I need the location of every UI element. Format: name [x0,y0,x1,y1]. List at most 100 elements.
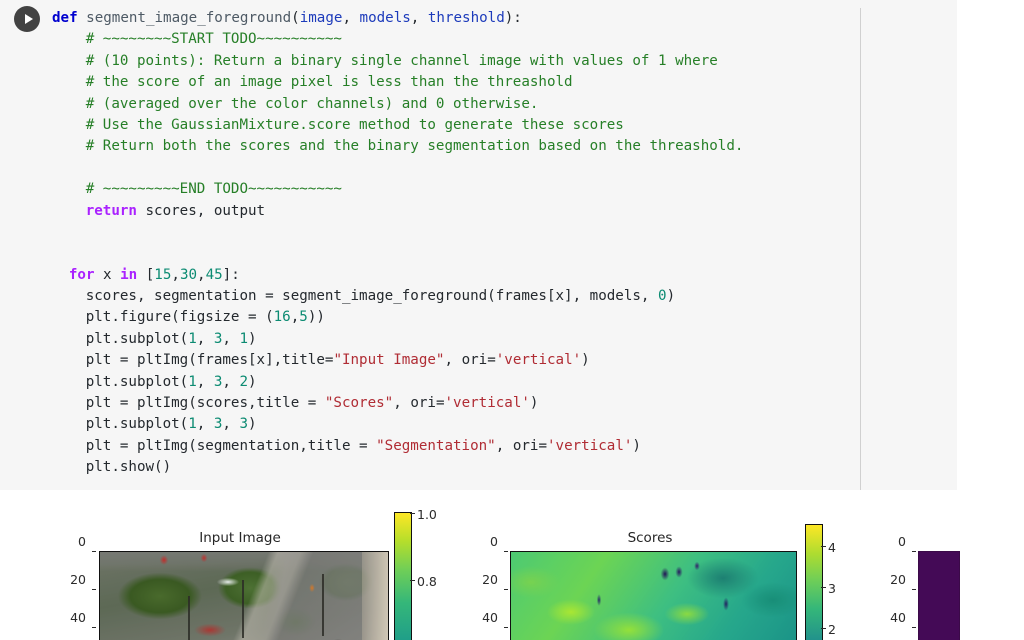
light-pole [242,580,244,638]
code-line: # the score of an image pixel is less th… [52,72,852,93]
code-line: plt.subplot(1, 3, 3) [52,414,852,435]
colorbar-tick-label: 1.0 [417,507,437,522]
code-token-plain: plt.figure(figsize = ( [85,309,274,326]
building-region [362,552,388,640]
code-token-plain: plt = pltImg(scores,title = [85,395,325,412]
code-token-plain: scores, output [136,202,266,219]
code-token-num: 16 [273,309,291,326]
segmentation-bitmap [919,552,959,640]
code-token-plain: plt.show() [85,459,172,476]
code-token-plain: , [196,373,214,390]
code-token-plain: plt.subplot( [85,416,189,433]
code-token-num: 45 [205,266,223,283]
code-token-plain: , [196,330,214,347]
code-token-plain: [ [137,266,155,283]
code-token-num: 3 [239,416,249,433]
code-token-plain: , [222,416,240,433]
code-token-num: 1 [188,330,197,347]
code-token-plain: ): [504,10,522,26]
code-line: # (averaged over the color channels) and… [52,94,852,115]
code-token-str: 'vertical' [495,352,582,369]
code-token-plain: , [290,309,300,326]
code-token-num: 0 [658,288,667,305]
colorbar-tick-label: 4 [828,540,836,555]
code-token-num: 2 [239,373,249,390]
figure-input-image: Input Image 0 20 40 1.0 0.8 [0,490,460,640]
code-token-cmt: # the score of an image pixel is less th… [85,74,573,91]
ytick-mark [504,551,508,552]
code-token-str: "Segmentation" [376,437,496,454]
code-token-plain: scores, segmentation = segment_image_for… [85,288,659,305]
code-token-num: 1 [188,416,197,433]
colorbar-tick-mark [821,628,826,629]
figure-scores: Scores 0 20 40 4 3 2 [460,490,860,640]
code-token-par: image [299,10,343,26]
colorbar-tick-mark [821,587,826,588]
code-token-plain: plt = pltImg(segmentation,title = [85,437,377,454]
code-token-num: 30 [179,266,198,283]
code-token-str: 'vertical' [546,437,633,454]
code-token-plain: ) [248,330,257,347]
code-token-plain: x [94,266,121,283]
code-token-plain: , ori= [495,437,547,454]
input-image-bitmap [100,552,388,640]
code-token-str: 'vertical' [444,395,530,412]
code-token-plain: plt.subplot( [85,330,189,347]
code-token-plain: , [197,266,206,283]
code-line: return scores, output [52,201,852,222]
code-editor[interactable]: def segment_image_foreground(image, mode… [52,8,852,479]
code-token-plain: plt = pltImg(frames[x],title= [85,352,334,369]
ytick-mark [504,589,508,590]
code-token-plain: )) [307,309,325,326]
ytick-mark [912,551,916,552]
code-token-cmt: # (10 points): Return a binary single ch… [85,52,718,69]
code-line: scores, segmentation = segment_image_for… [52,286,852,307]
code-token-num: 1 [239,330,249,347]
column-guide-line [860,8,861,490]
segmentation-axes [918,551,960,640]
code-token-plain: , [410,10,428,26]
code-line: plt = pltImg(segmentation,title = "Segme… [52,436,852,457]
code-token-fn: segment_image_foreground [86,10,292,26]
ytick-label: 0 [490,534,498,549]
code-token-kw: def [52,10,87,26]
colorbar-tick-mark [821,546,826,547]
input-image-axes [99,551,389,640]
notebook-page: def segment_image_foreground(image, mode… [0,0,1024,640]
code-line: # (10 points): Return a binary single ch… [52,51,852,72]
run-cell-button[interactable] [14,6,40,32]
code-token-plain: ) [581,352,590,369]
code-cell[interactable]: def segment_image_foreground(image, mode… [0,0,957,490]
ytick-label: 20 [70,572,86,587]
code-line: plt = pltImg(scores,title = "Scores", or… [52,393,852,414]
code-line: def segment_image_foreground(image, mode… [52,8,852,29]
ytick-label: 0 [898,534,906,549]
play-icon [24,14,33,24]
light-pole [322,574,324,636]
code-line: for x in [15,30,45]: [52,265,852,286]
ytick-label: 20 [482,572,498,587]
ytick-mark [92,627,96,628]
code-token-plain: ) [666,288,676,305]
ytick-label: 20 [890,572,906,587]
plot-title-scores: Scores [627,530,673,546]
light-pole [188,596,190,640]
code-token-cmt: # Use the GaussianMixture.score method t… [85,116,624,133]
code-token-plain: , [196,416,214,433]
scores-axes [510,551,797,640]
cell-output: Input Image 0 20 40 1.0 0.8 Scores 0 20 … [0,490,1024,640]
code-line: plt = pltImg(frames[x],title="Input Imag… [52,350,852,371]
code-token-cmt: # Return both the scores and the binary … [85,138,744,155]
code-token-str: "Input Image" [333,352,445,369]
code-token-plain: ) [248,416,257,433]
ytick-mark [504,627,508,628]
code-token-plain: ) [632,437,641,454]
code-token-plain: plt.subplot( [85,373,189,390]
code-token-plain: ]: [222,266,240,283]
plot-title-input-image: Input Image [199,530,281,546]
code-token-num: 15 [154,266,172,283]
ytick-label: 40 [70,610,86,625]
code-token-plain: ) [248,373,257,390]
